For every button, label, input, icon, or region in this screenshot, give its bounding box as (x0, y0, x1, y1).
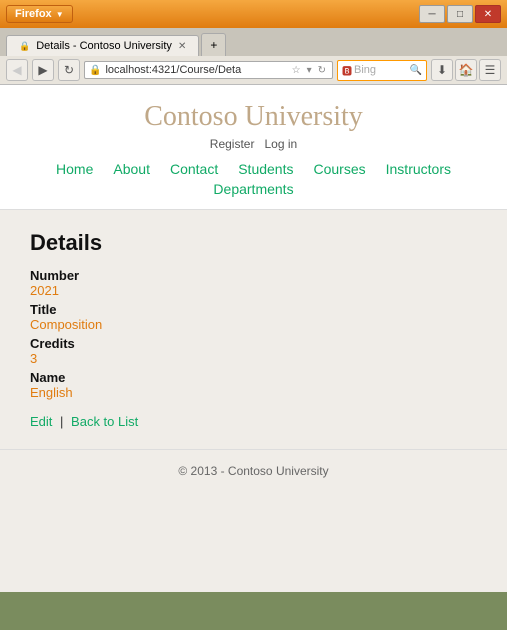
address-text[interactable]: localhost:4321/Course/Deta (105, 64, 285, 76)
nav-instructors[interactable]: Instructors (376, 159, 461, 179)
nav-about[interactable]: About (103, 159, 160, 179)
minimize-button[interactable]: ─ (419, 5, 445, 23)
field-credits-label: Credits (30, 336, 477, 351)
window-controls: ─ □ ✕ (419, 5, 501, 23)
nav-home[interactable]: Home (46, 159, 103, 179)
title-bar: Firefox ─ □ ✕ (0, 0, 507, 28)
field-number-label: Number (30, 268, 477, 283)
register-link[interactable]: Register (210, 137, 255, 151)
address-dropdown-icon[interactable]: ▾ (305, 65, 314, 76)
tab-favicon: 🔒 (19, 41, 30, 52)
refresh-button[interactable]: ↻ (58, 59, 80, 81)
field-number-value: 2021 (30, 283, 477, 298)
forward-button[interactable]: ▶ (32, 59, 54, 81)
nav-contact[interactable]: Contact (160, 159, 228, 179)
search-bar: 🅱 Bing 🔍 (337, 60, 427, 81)
bing-icon: 🅱 (342, 63, 352, 78)
tab-bar: 🔒 Details - Contoso University ✕ + (0, 28, 507, 56)
reload-icon[interactable]: ↻ (316, 65, 328, 76)
field-title-value: Composition (30, 317, 477, 332)
back-button[interactable]: ◀ (6, 59, 28, 81)
download-button[interactable]: ⬇ (431, 59, 453, 81)
link-separator: | (60, 414, 63, 429)
maximize-button[interactable]: □ (447, 5, 473, 23)
field-credits-value: 3 (30, 351, 477, 366)
field-name-value: English (30, 385, 477, 400)
nav-departments[interactable]: Departments (203, 179, 303, 199)
firefox-menu-button[interactable]: Firefox (6, 5, 73, 23)
home-button[interactable]: 🏠 (455, 59, 477, 81)
search-placeholder[interactable]: Bing (354, 64, 408, 76)
edit-link[interactable]: Edit (30, 414, 52, 429)
new-tab-button[interactable]: + (201, 33, 226, 56)
page-content: Details Number 2021 Title Composition Cr… (0, 210, 507, 449)
nav-menu: Home About Contact Students Courses Inst… (20, 159, 487, 199)
field-title-label: Title (30, 302, 477, 317)
bookmark-icon[interactable]: ☆ (290, 65, 303, 76)
page-footer: © 2013 - Contoso University (0, 449, 507, 492)
search-go-button[interactable]: 🔍 (410, 65, 422, 76)
address-bar: 🔒 localhost:4321/Course/Deta ☆ ▾ ↻ (84, 61, 333, 79)
page-area: Contoso University Register Log in Home … (0, 85, 507, 592)
address-actions: ☆ ▾ ↻ (290, 65, 328, 76)
nav-students[interactable]: Students (228, 159, 303, 179)
site-title: Contoso University (20, 101, 487, 133)
auth-links: Register Log in (20, 137, 487, 151)
nav-bar: ◀ ▶ ↻ 🔒 localhost:4321/Course/Deta ☆ ▾ ↻… (0, 56, 507, 85)
tab-close-button[interactable]: ✕ (178, 41, 186, 52)
login-link[interactable]: Log in (265, 137, 298, 151)
address-secure-icon: 🔒 (89, 65, 101, 76)
nav-courses[interactable]: Courses (303, 159, 375, 179)
tab-title: Details - Contoso University (36, 40, 172, 52)
more-button[interactable]: ☰ (479, 59, 501, 81)
page-header: Contoso University Register Log in Home … (0, 85, 507, 210)
footer-text: © 2013 - Contoso University (178, 464, 328, 478)
back-to-list-link[interactable]: Back to List (71, 414, 138, 429)
bottom-chrome (0, 592, 507, 622)
extra-nav-buttons: ⬇ 🏠 ☰ (431, 59, 501, 81)
action-links: Edit | Back to List (30, 414, 477, 429)
browser-chrome: Firefox ─ □ ✕ 🔒 Details - Contoso Univer… (0, 0, 507, 85)
close-button[interactable]: ✕ (475, 5, 501, 23)
field-name-label: Name (30, 370, 477, 385)
active-tab[interactable]: 🔒 Details - Contoso University ✕ (6, 35, 199, 56)
details-heading: Details (30, 230, 477, 256)
